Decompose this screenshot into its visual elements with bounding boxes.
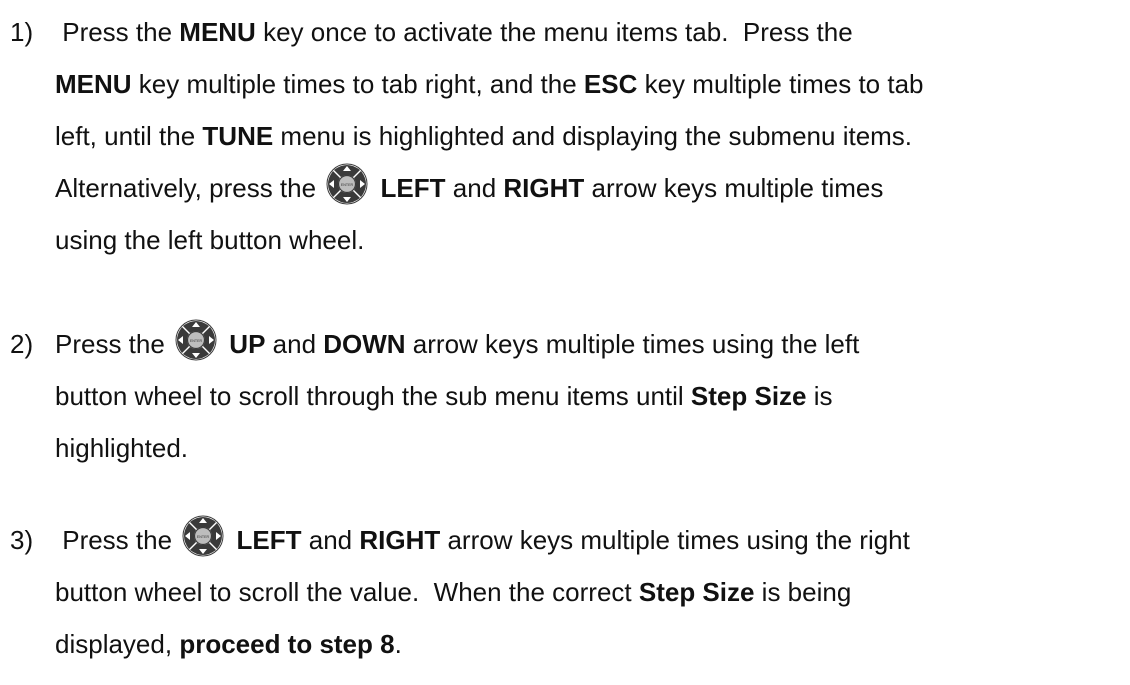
step-number: 1): [10, 17, 34, 47]
bold-term: RIGHT: [503, 173, 585, 203]
text-run: is being: [754, 577, 852, 607]
text-run: and: [301, 525, 360, 555]
text-line: button wheel to scroll through the sub m…: [55, 370, 1127, 422]
text-run: .: [394, 629, 402, 659]
text-run: highlighted.: [55, 433, 188, 463]
text-line: Press the MENU key once to activate the …: [55, 6, 1127, 58]
text-run: button wheel to scroll the value. When t…: [55, 577, 639, 607]
bold-term: RIGHT: [359, 525, 441, 555]
icon-center-label: ENTER: [341, 183, 354, 187]
text-run: Press the: [55, 525, 180, 555]
enter-button-wheel-icon: ENTER: [174, 318, 218, 362]
text-run: arrow keys multiple times using the left: [405, 329, 860, 359]
text-run: left, until the: [55, 121, 203, 151]
bold-term: TUNE: [202, 121, 274, 151]
enter-button-wheel-icon: ENTER: [181, 514, 225, 558]
text-run: and: [265, 329, 324, 359]
text-run: Alternatively, press the: [55, 173, 324, 203]
bold-term: MENU: [55, 69, 132, 99]
text-line: highlighted.: [55, 422, 1127, 474]
step-text: Press the ENTER LEFT and RIGHT arrow key…: [55, 514, 1127, 670]
text-run: menu is highlighted and displaying the s…: [273, 121, 913, 151]
text-run: and: [445, 173, 504, 203]
text-run: key multiple times to tab: [637, 69, 924, 99]
text-run: [229, 525, 236, 555]
bold-term: LEFT: [380, 173, 446, 203]
bold-term: Step Size: [690, 381, 807, 411]
text-run: is: [806, 381, 833, 411]
text-run: key once to activate the menu items tab.…: [255, 17, 853, 47]
icon-center-label: ENTER: [197, 535, 210, 539]
text-line: MENU key multiple times to tab right, an…: [55, 58, 1127, 110]
bold-term: proceed to step 8: [179, 629, 395, 659]
bold-term: DOWN: [323, 329, 406, 359]
text-run: displayed,: [55, 629, 180, 659]
icon-center-label: ENTER: [190, 339, 203, 343]
step-text: Press the MENU key once to activate the …: [55, 6, 1127, 266]
step-number: 2): [10, 329, 34, 359]
text-line: Press the ENTER LEFT and RIGHT arrow key…: [55, 514, 1127, 566]
text-line: button wheel to scroll the value. When t…: [55, 566, 1127, 618]
bold-term: LEFT: [236, 525, 302, 555]
text-run: arrow keys multiple times using the righ…: [440, 525, 910, 555]
step-number: 3): [10, 525, 34, 555]
bold-term: Step Size: [638, 577, 755, 607]
text-line: using the left button wheel.: [55, 214, 1127, 266]
text-line: Press the ENTER UP and DOWN arrow keys m…: [55, 318, 1127, 370]
text-run: button wheel to scroll through the sub m…: [55, 381, 691, 411]
text-line: Alternatively, press the ENTER LEFT and …: [55, 162, 1127, 214]
bold-term: ESC: [583, 69, 638, 99]
text-run: Press the: [55, 329, 173, 359]
text-line: displayed, proceed to step 8.: [55, 618, 1127, 670]
step-text: Press the ENTER UP and DOWN arrow keys m…: [55, 318, 1127, 474]
text-run: key multiple times to tab right, and the: [131, 69, 584, 99]
text-run: arrow keys multiple times: [584, 173, 884, 203]
text-run: [373, 173, 380, 203]
enter-button-wheel-icon: ENTER: [325, 162, 369, 206]
text-run: using the left button wheel.: [55, 225, 365, 255]
instruction-page: 1) Press the MENU key once to activate t…: [0, 0, 1130, 685]
bold-term: MENU: [179, 17, 256, 47]
text-run: Press the: [55, 17, 180, 47]
text-line: left, until the TUNE menu is highlighted…: [55, 110, 1127, 162]
bold-term: UP: [229, 329, 266, 359]
